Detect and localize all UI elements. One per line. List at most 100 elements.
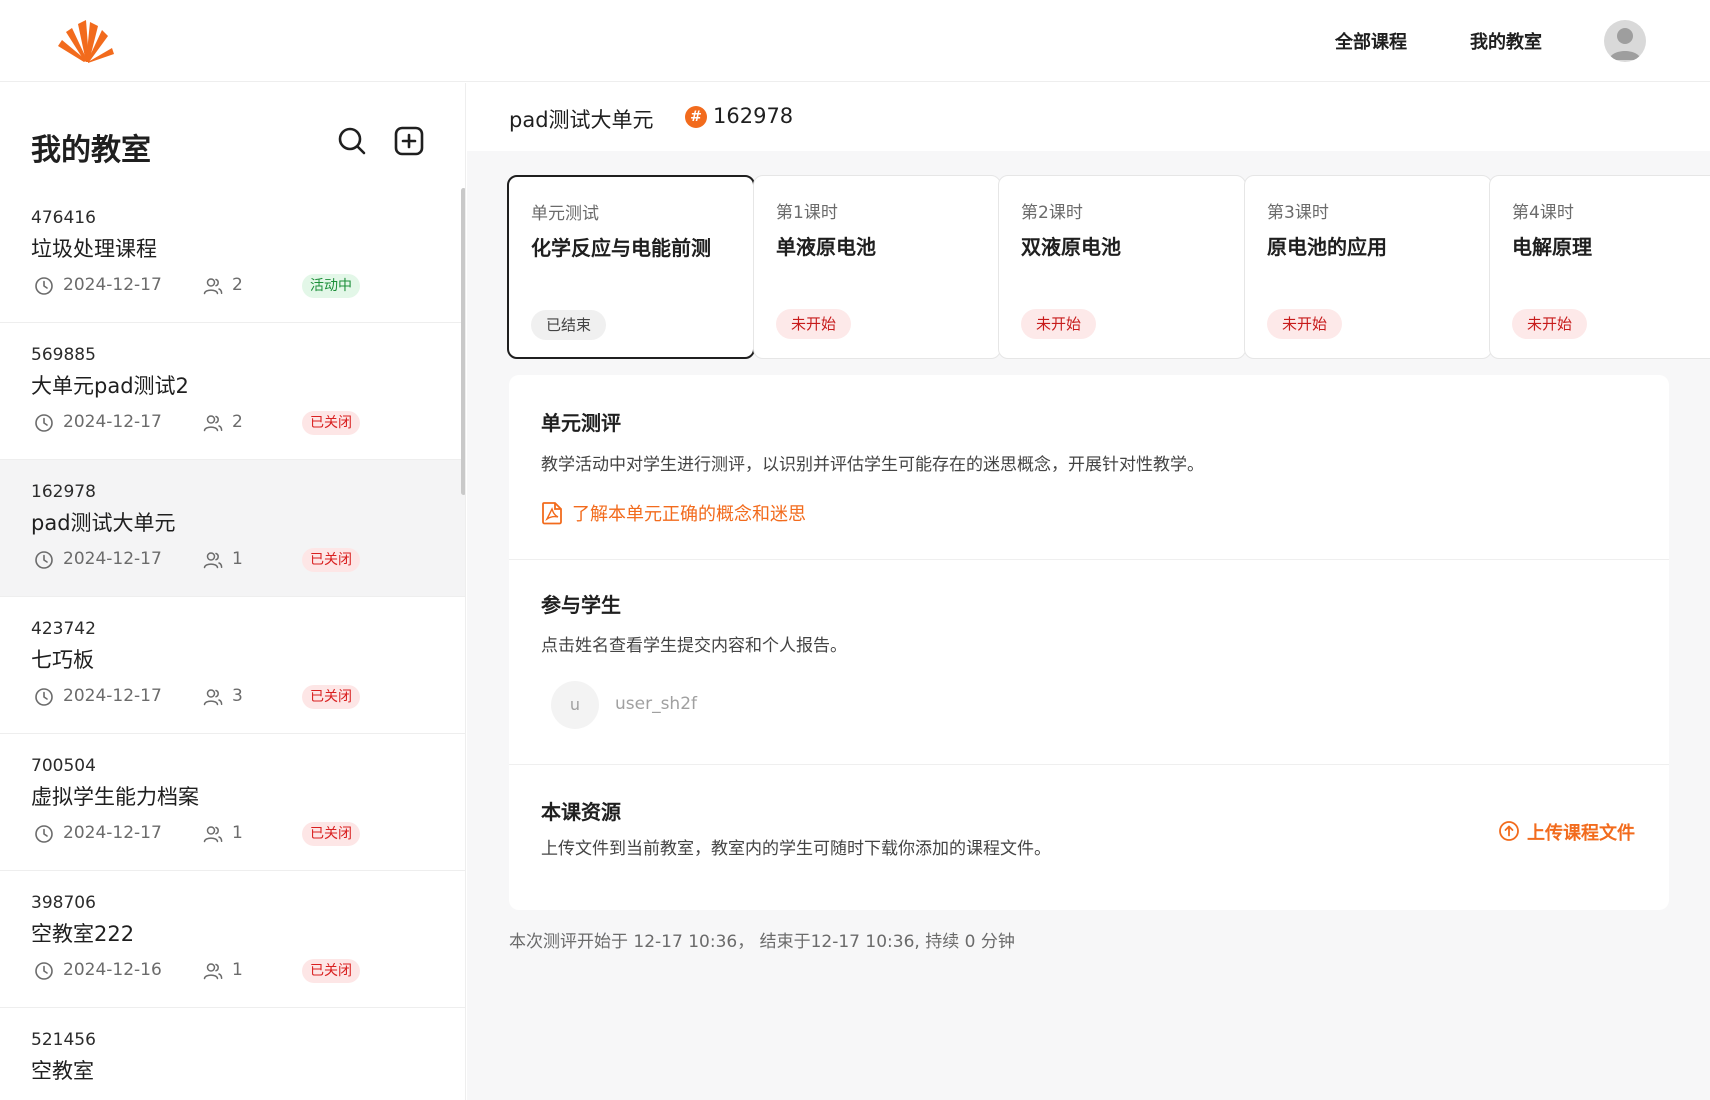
lesson-title: 原电池的应用 bbox=[1267, 235, 1387, 259]
lesson-card[interactable]: 第3课时原电池的应用未开始 bbox=[1244, 175, 1492, 359]
classroom-header: pad测试大单元 # 162978 bbox=[467, 83, 1710, 151]
class-id: 398706 bbox=[31, 893, 96, 913]
class-item-162978[interactable]: 162978 pad测试大单元 2024-12-17 1 已关闭 bbox=[0, 460, 465, 597]
search-icon[interactable] bbox=[336, 125, 368, 157]
sidebar: 我的教室 476416 垃圾处理课程 2024-12-17 2 活动中 569885 大单元… bbox=[0, 83, 466, 1100]
assessment-title: 单元测评 bbox=[541, 411, 621, 435]
status-badge: 活动中 bbox=[302, 274, 360, 298]
class-student-count: 2 bbox=[232, 412, 243, 432]
class-id: 569885 bbox=[31, 345, 96, 365]
class-item-476416[interactable]: 476416 垃圾处理课程 2024-12-17 2 活动中 bbox=[0, 186, 465, 323]
nav-my-classroom[interactable]: 我的教室 bbox=[1470, 28, 1542, 54]
lesson-subtitle: 单元测试 bbox=[531, 204, 599, 224]
lesson-subtitle: 第4课时 bbox=[1512, 203, 1574, 223]
resources-section: 本课资源 上传文件到当前教室，教室内的学生可随时下载你添加的课程文件。 上传课程… bbox=[509, 766, 1669, 910]
class-id: 700504 bbox=[31, 756, 96, 776]
users-icon bbox=[203, 689, 223, 706]
class-meta: 2024-12-17 2 已关闭 bbox=[31, 411, 451, 435]
sidebar-title: 我的教室 bbox=[31, 133, 151, 168]
class-name: 垃圾处理课程 bbox=[31, 237, 157, 261]
lesson-card[interactable]: 第1课时单液原电池未开始 bbox=[753, 175, 1001, 359]
users-icon bbox=[203, 415, 223, 432]
class-name: pad测试大单元 bbox=[31, 511, 176, 535]
lesson-card[interactable]: 第4课时电解原理未开始 bbox=[1489, 175, 1710, 359]
student-avatar: u bbox=[551, 681, 599, 729]
clock-icon bbox=[35, 962, 53, 980]
main-content: pad测试大单元 # 162978 单元测试 化学反应与电能前测 已结束 第1课时 单液… bbox=[467, 83, 1710, 1100]
lesson-title: 双液原电池 bbox=[1021, 235, 1121, 259]
status-badge: 已关闭 bbox=[302, 685, 360, 709]
resources-desc: 上传文件到当前教室，教室内的学生可随时下载你添加的课程文件。 bbox=[541, 839, 1051, 859]
class-student-count: 1 bbox=[232, 823, 243, 843]
lesson-status-badge: 已结束 bbox=[531, 310, 607, 340]
class-meta: 2024-12-17 1 已关闭 bbox=[31, 548, 451, 572]
logo-icon[interactable] bbox=[56, 16, 116, 66]
user-icon bbox=[1609, 28, 1641, 60]
lesson-subtitle: 第3课时 bbox=[1267, 203, 1329, 223]
lesson-status-badge: 未开始 bbox=[1512, 309, 1588, 339]
lesson-title: 单液原电池 bbox=[776, 235, 876, 259]
classroom-code: 162978 bbox=[713, 104, 794, 128]
clock-icon bbox=[35, 414, 53, 432]
nav-all-courses[interactable]: 全部课程 bbox=[1335, 28, 1407, 54]
pdf-icon bbox=[542, 502, 562, 525]
class-item-423742[interactable]: 423742 七巧板 2024-12-17 3 已关闭 bbox=[0, 597, 465, 734]
class-date: 2024-12-17 bbox=[63, 275, 162, 295]
class-name: 大单元pad测试2 bbox=[31, 374, 189, 398]
users-icon bbox=[203, 552, 223, 569]
lesson-subtitle: 第1课时 bbox=[776, 203, 838, 223]
students-section: 参与学生 点击姓名查看学生提交内容和个人报告。 u user_sh2f bbox=[509, 561, 1669, 765]
class-date: 2024-12-17 bbox=[63, 549, 162, 569]
lesson-status-badge: 未开始 bbox=[1267, 309, 1343, 339]
class-name: 七巧板 bbox=[31, 648, 94, 672]
hash-icon: # bbox=[685, 106, 707, 128]
class-student-count: 1 bbox=[232, 960, 243, 980]
users-icon bbox=[203, 278, 223, 295]
sidebar-scrollbar[interactable] bbox=[461, 188, 465, 495]
lesson-cards: 单元测试 化学反应与电能前测 已结束 第1课时 单液原电池 未开始 第2课时 双液原电池 未开始… bbox=[507, 175, 1710, 360]
class-date: 2024-12-17 bbox=[63, 823, 162, 843]
lesson-card[interactable]: 单元测试化学反应与电能前测已结束 bbox=[507, 175, 755, 359]
students-desc: 点击姓名查看学生提交内容和个人报告。 bbox=[541, 636, 847, 656]
lesson-card[interactable]: 第2课时 双液原电池 未开始 bbox=[998, 175, 1246, 359]
class-id: 476416 bbox=[31, 208, 96, 228]
class-date: 2024-12-17 bbox=[63, 686, 162, 706]
class-meta: 2024-12-16 1 已关闭 bbox=[31, 959, 451, 983]
status-badge: 已关闭 bbox=[302, 548, 360, 572]
class-meta: 2024-12-17 1 已关闭 bbox=[31, 822, 451, 846]
class-list: 476416 垃圾处理课程 2024-12-17 2 活动中 569885 大单元pad测试… bbox=[0, 186, 465, 1100]
class-name: 空教室222 bbox=[31, 922, 135, 946]
classroom-title: pad测试大单元 bbox=[509, 108, 654, 132]
class-name: 虚拟学生能力档案 bbox=[31, 785, 199, 809]
resources-title: 本课资源 bbox=[541, 800, 621, 824]
student-name: user_sh2f bbox=[615, 694, 698, 714]
class-meta: 2024-12-17 2 活动中 bbox=[31, 274, 451, 298]
upload-file-label: 上传课程文件 bbox=[1527, 823, 1635, 844]
clock-icon bbox=[35, 825, 53, 843]
lesson-title: 化学反应与电能前测 bbox=[531, 236, 711, 260]
lesson-subtitle: 第2课时 bbox=[1021, 203, 1083, 223]
student-item[interactable]: u user_sh2f bbox=[551, 681, 851, 729]
add-classroom-icon[interactable] bbox=[393, 125, 425, 157]
users-icon bbox=[203, 826, 223, 843]
class-item-569885[interactable]: 569885 大单元pad测试2 2024-12-17 2 已关闭 bbox=[0, 323, 465, 460]
status-badge: 已关闭 bbox=[302, 411, 360, 435]
status-badge: 已关闭 bbox=[302, 822, 360, 846]
top-bar: 全部课程 我的教室 bbox=[0, 0, 1710, 82]
class-student-count: 1 bbox=[232, 549, 243, 569]
lesson-title: 电解原理 bbox=[1512, 235, 1592, 259]
clock-icon bbox=[35, 688, 53, 706]
class-item-521456[interactable]: 521456 空教室 bbox=[0, 1008, 465, 1100]
class-id: 521456 bbox=[31, 1030, 96, 1050]
class-item-700504[interactable]: 700504 虚拟学生能力档案 2024-12-17 1 已关闭 bbox=[0, 734, 465, 871]
assessment-desc: 教学活动中对学生进行测评，以识别并评估学生可能存在的迷思概念，开展针对性教学。 bbox=[541, 455, 1204, 475]
class-id: 162978 bbox=[31, 482, 96, 502]
class-id: 423742 bbox=[31, 619, 96, 639]
details-panel: 单元测评 教学活动中对学生进行测评，以识别并评估学生可能存在的迷思概念，开展针对… bbox=[509, 375, 1669, 910]
users-icon bbox=[203, 963, 223, 980]
class-student-count: 2 bbox=[232, 275, 243, 295]
user-avatar[interactable] bbox=[1604, 20, 1646, 62]
assessment-time-note: 本次测评开始于 12-17 10:36， 结束于12-17 10:36, 持续 … bbox=[509, 932, 1015, 952]
lesson-status-badge: 未开始 bbox=[776, 309, 852, 339]
class-item-398706[interactable]: 398706 空教室222 2024-12-16 1 已关闭 bbox=[0, 871, 465, 1008]
